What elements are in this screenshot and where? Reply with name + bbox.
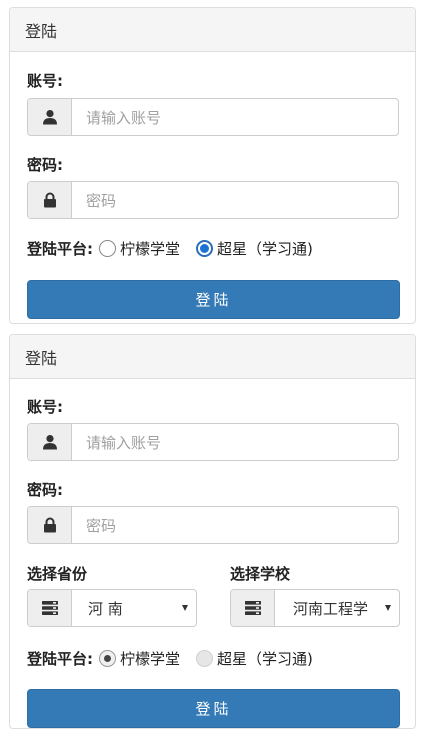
server-list-icon (28, 590, 72, 626)
province-select-group[interactable]: 河 南 (27, 589, 197, 627)
school-value: 河南工程学 (293, 599, 369, 618)
platform-selector: 登陆平台: 柠檬学堂 超星（学习通) (27, 238, 329, 259)
password-label: 密码: (27, 156, 63, 174)
platform-label: 登陆平台: (27, 650, 93, 668)
account-input-group[interactable]: 请输入账号 (27, 423, 399, 461)
panel-title: 登陆 (25, 21, 58, 41)
login-button[interactable]: 登陆 (27, 280, 400, 319)
user-icon (28, 424, 72, 460)
login-panel-top: 登陆 账号: 请输入账号 密码: 密码 登陆平台: 柠檬学堂 超星（学习通) 登… (9, 7, 416, 324)
user-icon (28, 99, 72, 135)
option-ningmeng-label: 柠檬学堂 (120, 650, 181, 668)
panel-heading: 登陆 (10, 335, 415, 379)
option-ningmeng-label: 柠檬学堂 (120, 240, 181, 258)
server-list-icon (231, 590, 275, 626)
account-label: 账号: (27, 72, 63, 90)
province-select[interactable]: 河 南 (72, 590, 196, 626)
option-chaoxing-label: 超星（学习通) (217, 240, 313, 258)
account-label: 账号: (27, 398, 63, 416)
platform-selector: 登陆平台: 柠檬学堂 超星（学习通) (27, 648, 329, 669)
password-input[interactable]: 密码 (72, 507, 398, 543)
province-value: 河 南 (88, 599, 123, 618)
password-input-group[interactable]: 密码 (27, 181, 399, 219)
radio-chaoxing[interactable] (196, 240, 214, 257)
password-input-group[interactable]: 密码 (27, 506, 399, 544)
school-select[interactable]: 河南工程学 (275, 590, 399, 626)
school-label: 选择学校 (230, 565, 291, 583)
lock-icon (28, 507, 72, 543)
account-input-group[interactable]: 请输入账号 (27, 98, 399, 136)
account-input[interactable]: 请输入账号 (72, 99, 398, 135)
account-input[interactable]: 请输入账号 (72, 424, 398, 460)
province-label: 选择省份 (27, 565, 88, 583)
lock-icon (28, 182, 72, 218)
caret-down-icon (182, 605, 188, 611)
radio-ningmeng[interactable] (99, 240, 116, 257)
option-chaoxing-label: 超星（学习通) (217, 650, 313, 668)
school-select-group[interactable]: 河南工程学 (230, 589, 400, 627)
login-panel-bottom: 登陆 账号: 请输入账号 密码: 密码 选择省份 选择学校 河 南 河南工程学 (9, 334, 416, 729)
password-input[interactable]: 密码 (72, 182, 398, 218)
panel-title: 登陆 (25, 348, 58, 368)
radio-chaoxing[interactable] (196, 650, 214, 667)
login-button[interactable]: 登陆 (27, 689, 400, 728)
caret-down-icon (385, 605, 391, 611)
password-label: 密码: (27, 481, 63, 499)
radio-ningmeng[interactable] (99, 650, 116, 667)
panel-heading: 登陆 (10, 8, 415, 52)
platform-label: 登陆平台: (27, 240, 93, 258)
